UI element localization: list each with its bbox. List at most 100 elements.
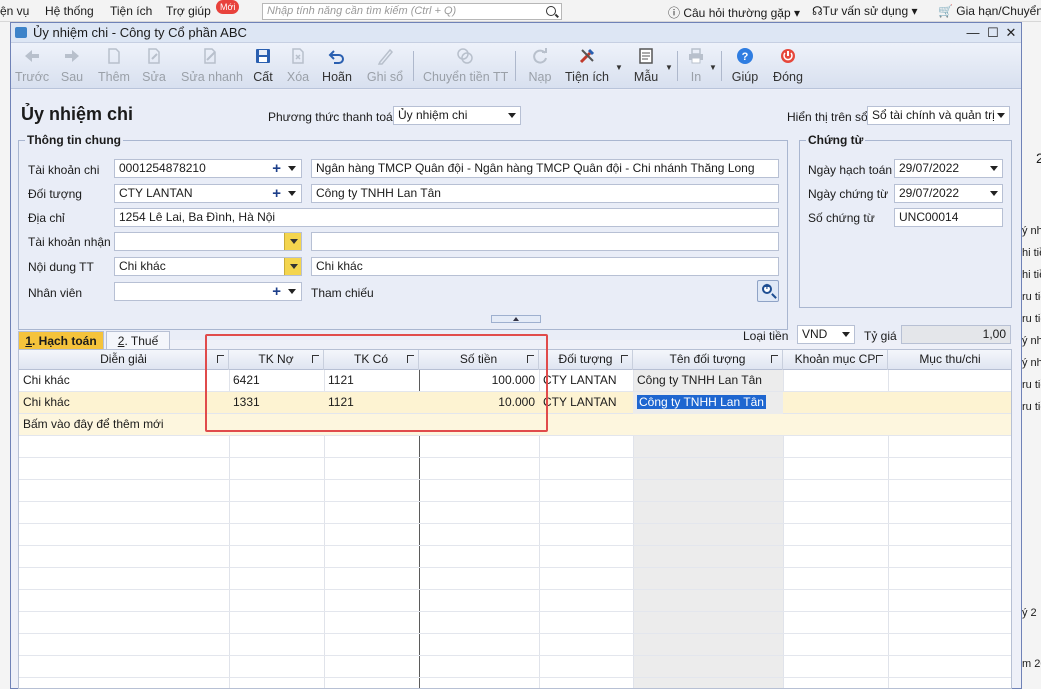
pin-icon[interactable] xyxy=(876,355,883,363)
tab-accounting[interactable]: 1. Hạch toán xyxy=(18,331,104,351)
posting-date-value: 29/07/2022 xyxy=(899,161,960,175)
menu-tro-giup[interactable]: Trợ giúp xyxy=(166,4,211,18)
menu-he-thong[interactable]: Hệ thống xyxy=(45,4,94,18)
staff-field[interactable]: + xyxy=(114,282,302,301)
account-bank-field[interactable]: Ngân hàng TMCP Quân đội - Ngân hàng TMCP… xyxy=(311,159,779,178)
minimize-button[interactable]: — xyxy=(965,25,981,41)
col-header-object[interactable]: Đối tượng xyxy=(539,350,633,370)
col-label: Đối tượng xyxy=(558,352,613,366)
add-label: Thêm xyxy=(98,70,130,84)
cell-object[interactable]: CTY LANTAN xyxy=(539,370,633,392)
col-header-description[interactable]: Diễn giải xyxy=(19,350,229,370)
post-button[interactable]: Ghi sổ xyxy=(365,45,405,84)
col-header-object-name[interactable]: Tên đối tượng xyxy=(633,350,783,370)
print-label: In xyxy=(690,70,702,84)
tab-tax[interactable]: 2. Thuế xyxy=(106,331,170,351)
staff-label: Nhân viên xyxy=(28,286,83,300)
utilities-button[interactable]: Tiện ích xyxy=(565,45,609,84)
add-icon[interactable]: + xyxy=(272,283,281,300)
content-select[interactable]: Chi khác xyxy=(114,257,302,276)
headset-icon: ☊ xyxy=(812,4,823,18)
general-info-group: Thông tin chung Tài khoản chi 0001254878… xyxy=(18,133,788,330)
cell-object[interactable]: CTY LANTAN xyxy=(539,392,633,414)
delete-button[interactable]: Xóa xyxy=(285,45,311,84)
print-dropdown-icon[interactable]: ▼ xyxy=(709,63,717,72)
chevron-down-icon[interactable] xyxy=(284,233,301,250)
support-link[interactable]: ☊Tư vấn sử dụng ▾ xyxy=(812,4,917,18)
cell-description[interactable]: Chi khác xyxy=(19,392,229,414)
background-menubar: ện vụ Hệ thống Tiện ích Trợ giúp Mới Nhậ… xyxy=(0,0,1041,22)
empty-row xyxy=(19,546,1011,568)
chevron-down-icon[interactable] xyxy=(990,166,998,171)
undo-icon xyxy=(328,47,346,65)
back-button[interactable]: Trước xyxy=(15,45,49,84)
display-on-select[interactable]: Sổ tài chính và quản trị xyxy=(867,106,1010,125)
col-header-cost-item[interactable]: Khoản mục CP xyxy=(783,350,888,370)
print-button[interactable]: In xyxy=(685,45,707,84)
cell-description[interactable]: Chi khác xyxy=(19,370,229,392)
object-name-field[interactable]: Công ty TNHH Lan Tân xyxy=(311,184,779,203)
menu-tien-ich[interactable]: Tiện ích xyxy=(110,4,152,18)
template-icon xyxy=(637,47,655,65)
utilities-dropdown-icon[interactable]: ▼ xyxy=(615,63,623,72)
edit-button[interactable]: Sửa xyxy=(141,45,167,84)
menu-nghiep-vu[interactable]: ện vụ xyxy=(0,4,29,18)
highlight-annotation-box xyxy=(205,334,548,432)
collapse-splitter[interactable] xyxy=(491,315,541,323)
page-title: Ủy nhiệm chi xyxy=(21,104,134,124)
bg-fragment: hi tiề xyxy=(1022,247,1041,259)
zoom-icon[interactable] xyxy=(757,280,779,302)
currency-select[interactable]: VND xyxy=(797,325,855,344)
next-button[interactable]: Sau xyxy=(57,45,87,84)
address-field[interactable]: 1254 Lê Lai, Ba Đình, Hà Nội xyxy=(114,208,779,227)
account-field[interactable]: 0001254878210 + xyxy=(114,159,302,178)
chevron-down-icon[interactable] xyxy=(285,283,299,300)
cell-object-name-editing[interactable]: Công ty TNHH Lan Tân xyxy=(633,392,783,414)
add-icon[interactable]: + xyxy=(272,185,281,202)
empty-row xyxy=(19,458,1011,480)
voucher-no-field[interactable]: UNC00014 xyxy=(894,208,1003,227)
add-button[interactable]: Thêm xyxy=(97,45,131,84)
undo-button[interactable]: Hoãn xyxy=(321,45,353,84)
chevron-down-icon[interactable] xyxy=(284,258,301,275)
save-label: Cất xyxy=(253,70,273,84)
recv-account-field[interactable] xyxy=(114,232,302,251)
help-button[interactable]: ? Giúp xyxy=(731,45,759,84)
faq-link[interactable]: ⓘ Câu hỏi thường gặp ▾ xyxy=(668,4,800,21)
voucher-date-field[interactable]: 29/07/2022 xyxy=(894,184,1003,203)
transfer-button[interactable]: Chuyển tiền TT xyxy=(423,45,508,84)
maximize-button[interactable]: ☐ xyxy=(985,25,1001,41)
voucher-group: Chứng từ Ngày hạch toán 29/07/2022 Ngày … xyxy=(799,133,1012,308)
feature-search-input[interactable]: Nhập tính năng cần tìm kiếm (Ctrl + Q) xyxy=(262,3,562,20)
toolbar-separator xyxy=(677,51,678,81)
search-icon[interactable] xyxy=(546,6,556,16)
reload-button[interactable]: Nạp xyxy=(525,45,555,84)
close-button[interactable]: Đóng xyxy=(771,45,805,84)
chevron-down-icon[interactable] xyxy=(285,185,299,202)
edit-label: Sửa xyxy=(142,70,166,84)
chevron-down-icon[interactable] xyxy=(990,191,998,196)
cell-object-name[interactable]: Công ty TNHH Lan Tân xyxy=(633,370,783,392)
close-window-button[interactable]: ✕ xyxy=(1003,25,1019,41)
posting-date-field[interactable]: 29/07/2022 xyxy=(894,159,1003,178)
pin-icon[interactable] xyxy=(771,355,778,363)
recv-bank-field[interactable] xyxy=(311,232,779,251)
payment-method-value: Ủy nhiệm chi xyxy=(398,108,468,122)
rate-field[interactable]: 1,00 xyxy=(901,325,1011,344)
reference-label[interactable]: Tham chiếu xyxy=(311,286,374,300)
renew-link[interactable]: 🛒 Gia hạn/Chuyển xyxy=(938,4,1041,18)
add-icon[interactable]: + xyxy=(272,160,281,177)
bg-fragment: hi tiề xyxy=(1022,269,1041,281)
col-header-revenue-expense[interactable]: Mục thu/chi xyxy=(888,350,1011,370)
chevron-down-icon[interactable] xyxy=(285,160,299,177)
save-button[interactable]: Cất xyxy=(251,45,275,84)
bg-fragment: ru tiề xyxy=(1022,291,1041,303)
payment-method-select[interactable]: Ủy nhiệm chi xyxy=(393,106,521,125)
empty-row xyxy=(19,612,1011,634)
content-text-field[interactable]: Chi khác xyxy=(311,257,779,276)
quick-edit-button[interactable]: Sửa nhanh xyxy=(181,45,243,84)
template-button[interactable]: Mẫu xyxy=(631,45,661,84)
template-dropdown-icon[interactable]: ▼ xyxy=(665,63,673,72)
pin-icon[interactable] xyxy=(621,355,628,363)
object-field[interactable]: CTY LANTAN + xyxy=(114,184,302,203)
